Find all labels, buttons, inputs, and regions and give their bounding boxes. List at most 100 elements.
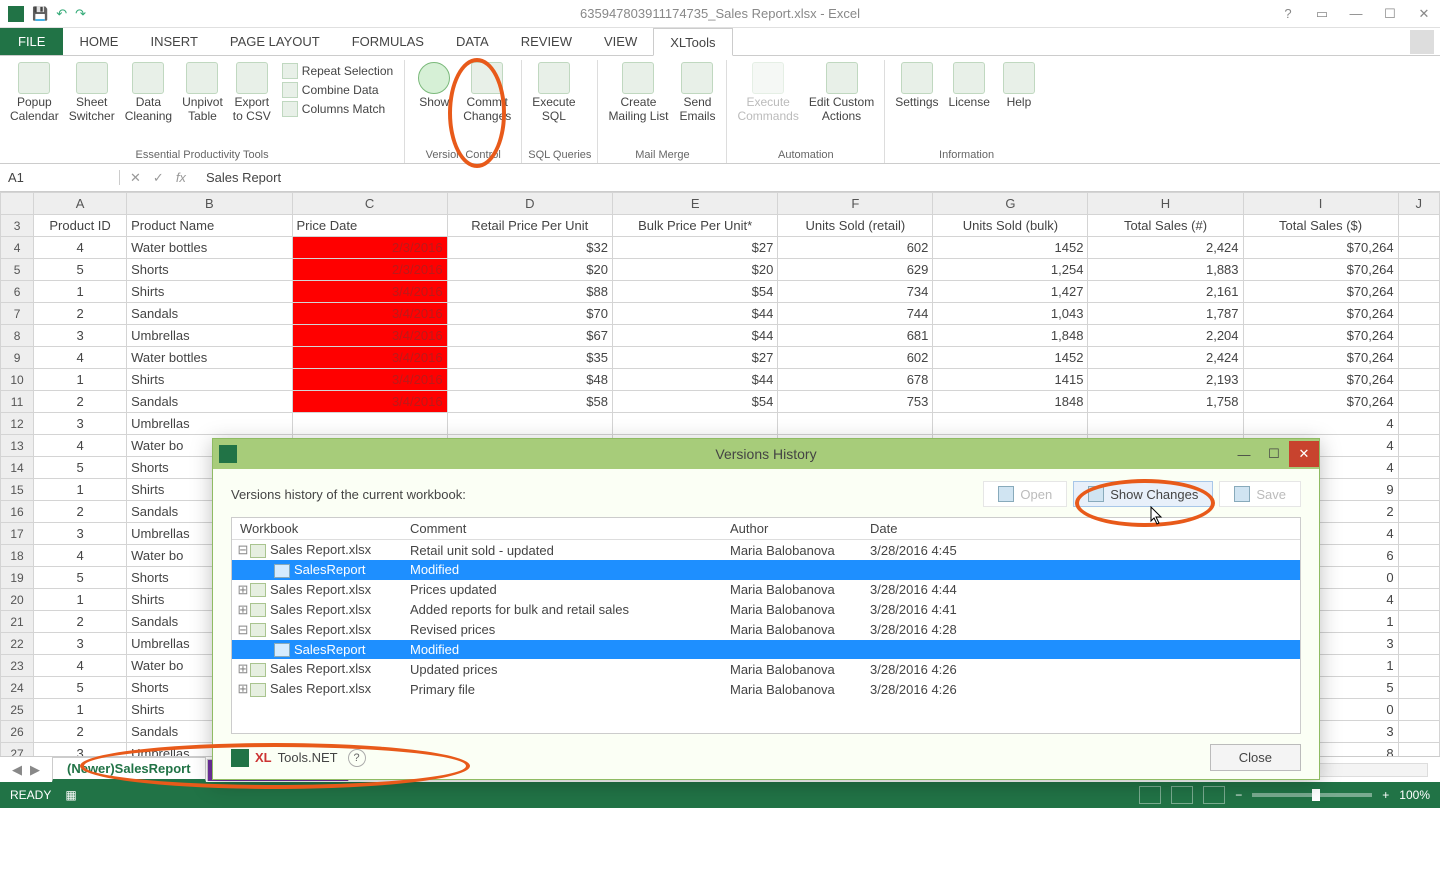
tab-review[interactable]: REVIEW bbox=[505, 28, 588, 55]
cell[interactable]: $44 bbox=[612, 369, 777, 391]
cell[interactable]: 2,424 bbox=[1088, 237, 1243, 259]
execute-commands-button[interactable]: ExecuteCommands bbox=[733, 60, 802, 147]
cell[interactable]: 1,787 bbox=[1088, 303, 1243, 325]
cell[interactable]: Units Sold (retail) bbox=[778, 215, 933, 237]
tab-insert[interactable]: INSERT bbox=[134, 28, 213, 55]
cell[interactable]: 681 bbox=[778, 325, 933, 347]
cell[interactable]: $70,264 bbox=[1243, 303, 1398, 325]
cell[interactable]: 2,161 bbox=[1088, 281, 1243, 303]
row-header[interactable]: 27 bbox=[1, 743, 34, 757]
cell[interactable]: $70,264 bbox=[1243, 325, 1398, 347]
cell[interactable]: $70,264 bbox=[1243, 369, 1398, 391]
cell[interactable] bbox=[1398, 567, 1439, 589]
cell[interactable]: Shorts bbox=[127, 259, 292, 281]
cell[interactable]: 4 bbox=[34, 237, 127, 259]
cell[interactable]: $44 bbox=[612, 325, 777, 347]
cell[interactable]: $58 bbox=[447, 391, 612, 413]
version-row[interactable]: ⊞Sales Report.xlsxPrimary fileMaria Balo… bbox=[232, 679, 1300, 699]
row-header[interactable]: 3 bbox=[1, 215, 34, 237]
cell[interactable]: 4 bbox=[34, 655, 127, 677]
cell[interactable] bbox=[1398, 303, 1439, 325]
cell[interactable]: 3/4/2016 bbox=[292, 303, 447, 325]
col-workbook[interactable]: Workbook bbox=[232, 518, 402, 540]
tree-expander-icon[interactable]: ⊞ bbox=[236, 602, 250, 618]
cell[interactable]: 2/3/2016 bbox=[292, 259, 447, 281]
cell[interactable]: 3/4/2016 bbox=[292, 325, 447, 347]
cell[interactable]: $70,264 bbox=[1243, 391, 1398, 413]
cell[interactable]: 3 bbox=[34, 523, 127, 545]
cell[interactable]: 3 bbox=[34, 413, 127, 435]
cell[interactable]: $27 bbox=[612, 237, 777, 259]
send-emails-button[interactable]: SendEmails bbox=[674, 60, 720, 147]
cell[interactable]: $70,264 bbox=[1243, 281, 1398, 303]
export-csv-button[interactable]: Exportto CSV bbox=[229, 60, 275, 147]
cell[interactable] bbox=[1398, 545, 1439, 567]
formula-input[interactable]: Sales Report bbox=[196, 170, 1440, 185]
row-header[interactable]: 12 bbox=[1, 413, 34, 435]
help-button[interactable]: Help bbox=[996, 60, 1042, 147]
row-header[interactable]: 10 bbox=[1, 369, 34, 391]
column-header[interactable]: F bbox=[778, 193, 933, 215]
cell[interactable]: $32 bbox=[447, 237, 612, 259]
cell[interactable] bbox=[1398, 391, 1439, 413]
row-header[interactable]: 9 bbox=[1, 347, 34, 369]
tree-expander-icon[interactable]: ⊟ bbox=[236, 622, 250, 638]
show-versions-button[interactable]: Show bbox=[411, 60, 457, 147]
cell[interactable]: 2/3/2016 bbox=[292, 237, 447, 259]
cell[interactable]: 1415 bbox=[933, 369, 1088, 391]
cell[interactable]: 602 bbox=[778, 237, 933, 259]
col-comment[interactable]: Comment bbox=[402, 518, 722, 540]
minimize-icon[interactable]: — bbox=[1344, 6, 1368, 22]
cell[interactable]: 1 bbox=[34, 589, 127, 611]
row-header[interactable]: 5 bbox=[1, 259, 34, 281]
cell[interactable]: $88 bbox=[447, 281, 612, 303]
cell[interactable] bbox=[1398, 699, 1439, 721]
cell[interactable]: 1848 bbox=[933, 391, 1088, 413]
cell[interactable] bbox=[1398, 589, 1439, 611]
edit-custom-actions-button[interactable]: Edit CustomActions bbox=[805, 60, 878, 147]
row-header[interactable]: 21 bbox=[1, 611, 34, 633]
cell[interactable]: 602 bbox=[778, 347, 933, 369]
sheet-nav-next-icon[interactable]: ▶ bbox=[30, 762, 40, 778]
cell[interactable] bbox=[1398, 347, 1439, 369]
cell[interactable]: 3/4/2016 bbox=[292, 281, 447, 303]
column-header[interactable]: B bbox=[127, 193, 292, 215]
version-row[interactable]: ⊞Sales Report.xlsxAdded reports for bulk… bbox=[232, 600, 1300, 620]
cell[interactable]: $54 bbox=[612, 391, 777, 413]
tab-data[interactable]: DATA bbox=[440, 28, 505, 55]
row-header[interactable]: 25 bbox=[1, 699, 34, 721]
cell[interactable] bbox=[1398, 369, 1439, 391]
row-header[interactable]: 18 bbox=[1, 545, 34, 567]
cell[interactable]: 3 bbox=[34, 743, 127, 757]
cell[interactable]: Total Sales (#) bbox=[1088, 215, 1243, 237]
cell[interactable]: 4 bbox=[34, 435, 127, 457]
cell[interactable] bbox=[1398, 633, 1439, 655]
row-header[interactable]: 22 bbox=[1, 633, 34, 655]
row-header[interactable]: 4 bbox=[1, 237, 34, 259]
tab-xltools[interactable]: XLTools bbox=[653, 28, 732, 56]
cell[interactable]: $70,264 bbox=[1243, 259, 1398, 281]
sheet-nav-prev-icon[interactable]: ◀ bbox=[12, 762, 22, 778]
versions-grid[interactable]: Workbook Comment Author Date ⊟Sales Repo… bbox=[231, 517, 1301, 734]
cell[interactable]: 2 bbox=[34, 391, 127, 413]
cell[interactable]: $20 bbox=[612, 259, 777, 281]
tree-expander-icon[interactable]: ⊟ bbox=[236, 542, 250, 558]
row-header[interactable]: 11 bbox=[1, 391, 34, 413]
tree-expander-icon[interactable]: ⊞ bbox=[236, 681, 250, 697]
version-row[interactable]: SalesReportModified bbox=[232, 560, 1300, 580]
cell[interactable]: 1 bbox=[34, 479, 127, 501]
cell[interactable]: $35 bbox=[447, 347, 612, 369]
cell[interactable] bbox=[1398, 281, 1439, 303]
version-row[interactable]: ⊟Sales Report.xlsxRevised pricesMaria Ba… bbox=[232, 620, 1300, 640]
cell[interactable]: $67 bbox=[447, 325, 612, 347]
zoom-slider-knob[interactable] bbox=[1312, 789, 1320, 801]
cell[interactable] bbox=[1398, 325, 1439, 347]
cell[interactable] bbox=[1398, 501, 1439, 523]
cell[interactable]: $44 bbox=[612, 303, 777, 325]
cell[interactable]: 2,204 bbox=[1088, 325, 1243, 347]
cell[interactable] bbox=[1398, 215, 1439, 237]
cell[interactable]: Product Name bbox=[127, 215, 292, 237]
cell[interactable]: 2 bbox=[34, 611, 127, 633]
macro-record-icon[interactable]: ▦ bbox=[65, 788, 76, 802]
column-header[interactable]: E bbox=[612, 193, 777, 215]
